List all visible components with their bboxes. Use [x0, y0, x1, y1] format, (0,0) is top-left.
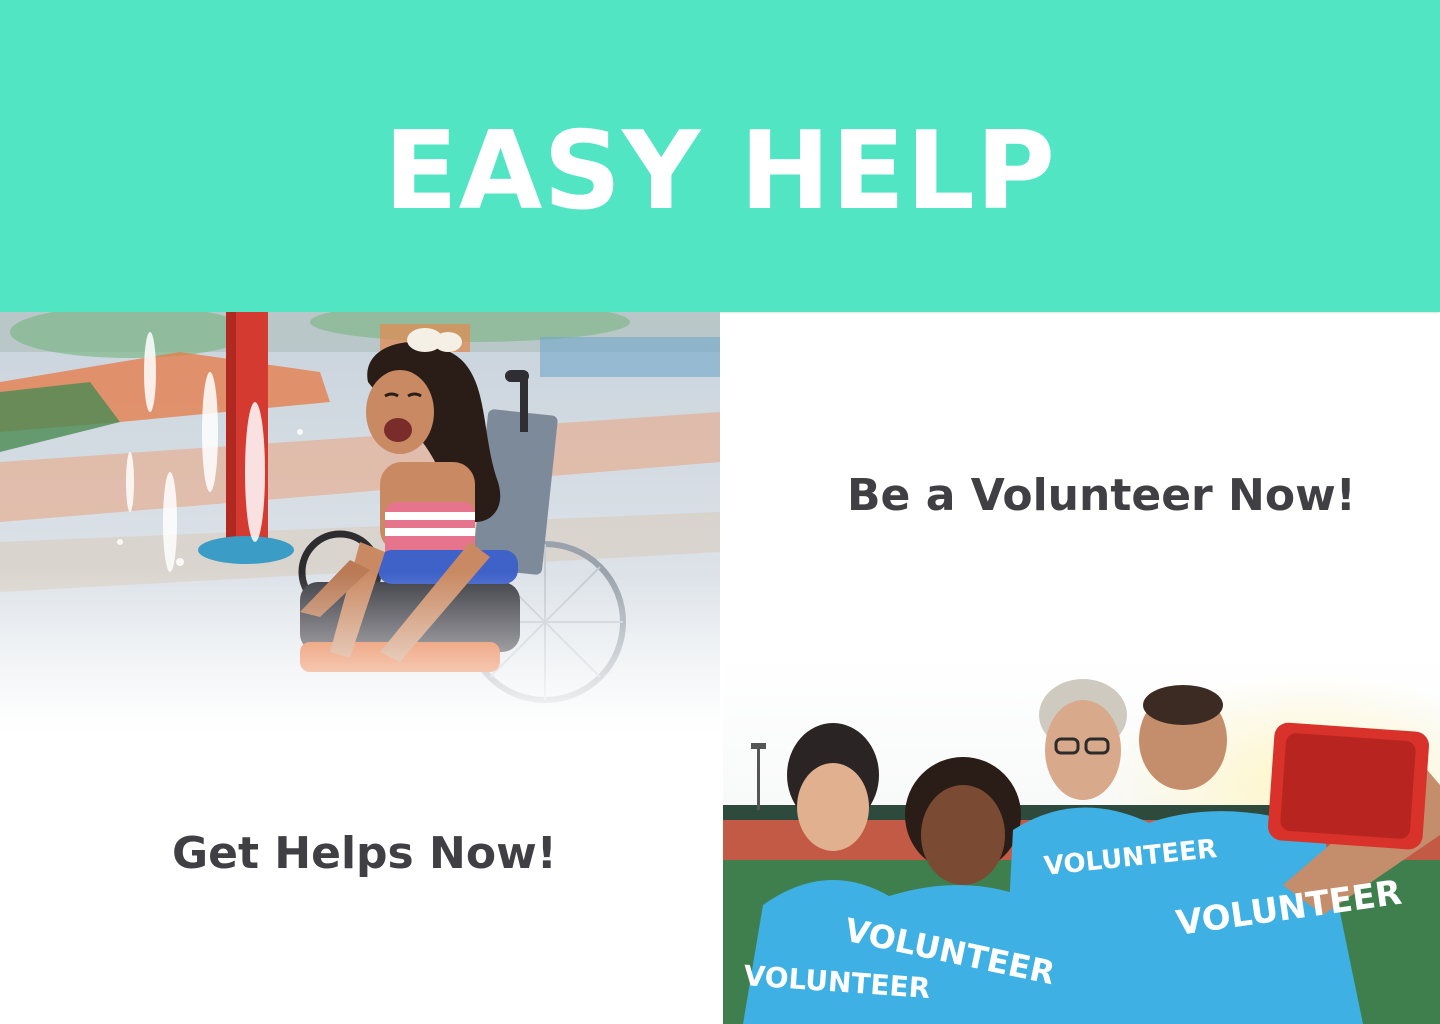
- volunteer-cta[interactable]: Be a Volunteer Now!: [847, 470, 1356, 521]
- volunteers-photo[interactable]: VOLUNTEER VOLUNTEER VOLUNTEER VOLUNTEER: [723, 655, 1440, 1024]
- wheelchair-girl-photo[interactable]: [0, 312, 720, 732]
- get-help-cta[interactable]: Get Helps Now!: [172, 828, 557, 879]
- page-title: EASY HELP: [383, 108, 1057, 234]
- volunteers-illustration: VOLUNTEER VOLUNTEER VOLUNTEER VOLUNTEER: [723, 655, 1440, 1024]
- wheelchair-girl-illustration: [0, 312, 720, 732]
- app-header: EASY HELP: [0, 0, 1440, 312]
